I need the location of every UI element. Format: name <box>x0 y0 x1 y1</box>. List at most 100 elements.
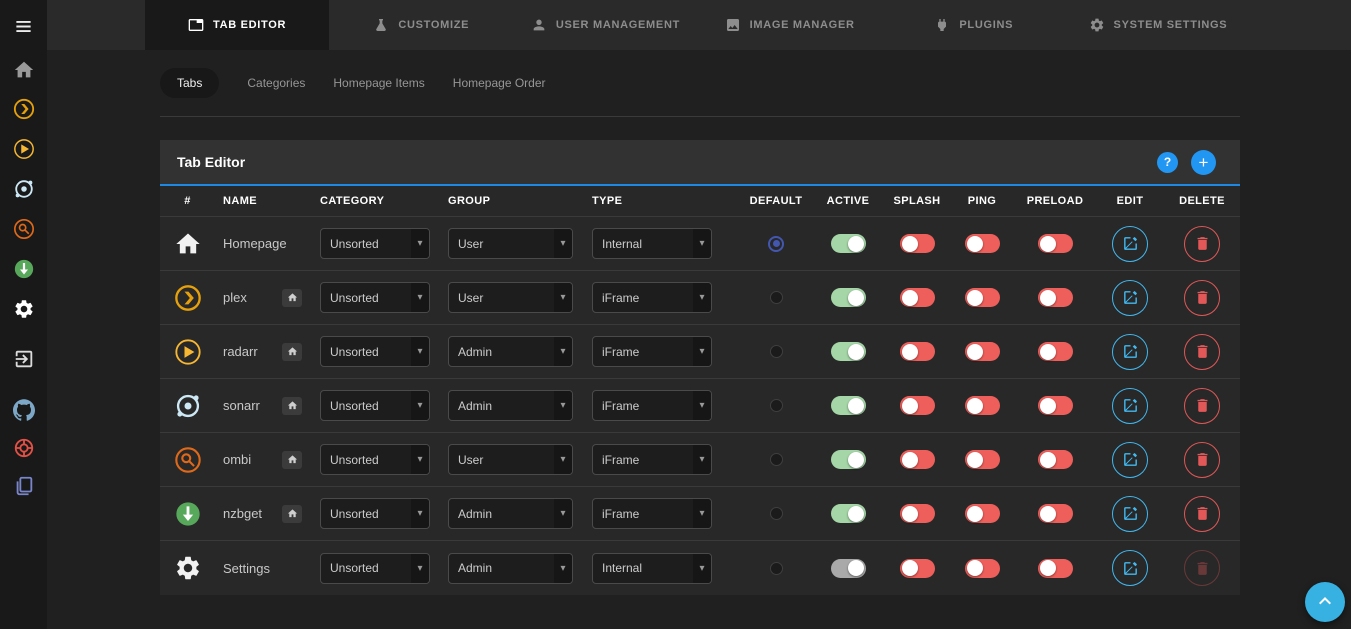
preload-toggle[interactable] <box>1038 450 1073 469</box>
edit-button[interactable] <box>1112 226 1148 262</box>
sidebar-item-pages[interactable] <box>0 471 47 501</box>
type-select[interactable]: iFrame▾ <box>592 498 712 529</box>
delete-button[interactable] <box>1184 334 1220 370</box>
tab-plugins[interactable]: PLUGINS <box>882 0 1066 50</box>
add-tab-button[interactable]: + <box>1191 150 1216 175</box>
category-select[interactable]: Unsorted▾ <box>320 390 430 421</box>
default-radio[interactable] <box>770 562 783 575</box>
tab-system-settings[interactable]: SYSTEM SETTINGS <box>1066 0 1250 50</box>
help-button[interactable]: ? <box>1157 152 1178 173</box>
active-toggle[interactable] <box>831 342 866 361</box>
ping-toggle[interactable] <box>965 504 1000 523</box>
default-radio[interactable] <box>768 236 784 252</box>
category-select[interactable]: Unsorted▾ <box>320 553 430 584</box>
delete-button[interactable] <box>1184 442 1220 478</box>
active-toggle[interactable] <box>831 504 866 523</box>
subtab-homepage-order[interactable]: Homepage Order <box>453 76 546 90</box>
active-toggle[interactable] <box>831 234 866 253</box>
category-select[interactable]: Unsorted▾ <box>320 444 430 475</box>
preload-toggle[interactable] <box>1038 396 1073 415</box>
default-radio[interactable] <box>770 291 783 304</box>
edit-button[interactable] <box>1112 388 1148 424</box>
group-select[interactable]: Admin▾ <box>448 498 573 529</box>
type-select[interactable]: iFrame▾ <box>592 282 712 313</box>
sidebar-item-nzbget[interactable] <box>0 254 47 284</box>
edit-button[interactable] <box>1112 442 1148 478</box>
tab-label: PLUGINS <box>959 19 1013 31</box>
ping-toggle[interactable] <box>965 396 1000 415</box>
delete-button[interactable] <box>1184 496 1220 532</box>
splash-toggle[interactable] <box>900 234 935 253</box>
ping-toggle[interactable] <box>965 450 1000 469</box>
sidebar-item-radarr[interactable] <box>0 134 47 164</box>
type-select[interactable]: iFrame▾ <box>592 390 712 421</box>
splash-toggle[interactable] <box>900 504 935 523</box>
group-select[interactable]: Admin▾ <box>448 390 573 421</box>
group-select[interactable]: Admin▾ <box>448 336 573 367</box>
preload-toggle[interactable] <box>1038 559 1073 578</box>
category-select[interactable]: Unsorted▾ <box>320 228 430 259</box>
default-radio[interactable] <box>770 453 783 466</box>
active-toggle[interactable] <box>831 288 866 307</box>
group-select[interactable]: User▾ <box>448 444 573 475</box>
sidebar <box>0 0 47 629</box>
sidebar-item-github[interactable] <box>0 395 47 425</box>
sidebar-item-lifebuoy[interactable] <box>0 433 47 463</box>
ping-toggle[interactable] <box>965 234 1000 253</box>
tab-image-manager[interactable]: IMAGE MANAGER <box>698 0 882 50</box>
default-radio[interactable] <box>770 507 783 520</box>
group-select[interactable]: User▾ <box>448 228 573 259</box>
subtab-tabs[interactable]: Tabs <box>160 68 219 98</box>
active-toggle[interactable] <box>831 396 866 415</box>
scroll-top-button[interactable] <box>1305 582 1345 622</box>
sidebar-item-plex[interactable] <box>0 94 47 124</box>
splash-toggle[interactable] <box>900 396 935 415</box>
subtabs: Tabs Categories Homepage Items Homepage … <box>160 50 1240 117</box>
type-select[interactable]: Internal▾ <box>592 228 712 259</box>
default-radio[interactable] <box>770 345 783 358</box>
splash-toggle[interactable] <box>900 288 935 307</box>
ping-toggle[interactable] <box>965 288 1000 307</box>
category-select[interactable]: Unsorted▾ <box>320 282 430 313</box>
sidebar-item-settings[interactable] <box>0 294 47 324</box>
sidebar-item-home[interactable] <box>0 55 47 85</box>
edit-button[interactable] <box>1112 496 1148 532</box>
splash-toggle[interactable] <box>900 342 935 361</box>
splash-toggle[interactable] <box>900 450 935 469</box>
edit-button[interactable] <box>1112 550 1148 586</box>
tab-tab-editor[interactable]: TAB EDITOR <box>145 0 329 50</box>
menu-toggle[interactable] <box>0 11 47 41</box>
active-toggle[interactable] <box>831 450 866 469</box>
preload-toggle[interactable] <box>1038 504 1073 523</box>
ping-toggle[interactable] <box>965 559 1000 578</box>
tab-row-icon <box>174 230 202 258</box>
preload-toggle[interactable] <box>1038 288 1073 307</box>
tab-user-management[interactable]: USER MANAGEMENT <box>513 0 697 50</box>
type-select[interactable]: Internal▾ <box>592 553 712 584</box>
sidebar-item-ombi[interactable] <box>0 214 47 244</box>
edit-button[interactable] <box>1112 280 1148 316</box>
category-select[interactable]: Unsorted▾ <box>320 336 430 367</box>
sidebar-item-logout[interactable] <box>0 344 47 374</box>
preload-toggle[interactable] <box>1038 342 1073 361</box>
tab-customize[interactable]: CUSTOMIZE <box>329 0 513 50</box>
subtab-homepage-items[interactable]: Homepage Items <box>333 76 424 90</box>
type-select[interactable]: iFrame▾ <box>592 444 712 475</box>
subtab-categories[interactable]: Categories <box>247 76 305 90</box>
sidebar-item-sonarr[interactable] <box>0 174 47 204</box>
tab-label: IMAGE MANAGER <box>750 19 855 31</box>
delete-button[interactable] <box>1184 280 1220 316</box>
default-radio[interactable] <box>770 399 783 412</box>
category-select[interactable]: Unsorted▾ <box>320 498 430 529</box>
chevron-down-icon: ▾ <box>693 499 711 528</box>
splash-toggle[interactable] <box>900 559 935 578</box>
preload-toggle[interactable] <box>1038 234 1073 253</box>
delete-button[interactable] <box>1184 226 1220 262</box>
active-toggle[interactable] <box>831 559 866 578</box>
type-select[interactable]: iFrame▾ <box>592 336 712 367</box>
edit-button[interactable] <box>1112 334 1148 370</box>
group-select[interactable]: User▾ <box>448 282 573 313</box>
group-select[interactable]: Admin▾ <box>448 553 573 584</box>
delete-button[interactable] <box>1184 388 1220 424</box>
ping-toggle[interactable] <box>965 342 1000 361</box>
